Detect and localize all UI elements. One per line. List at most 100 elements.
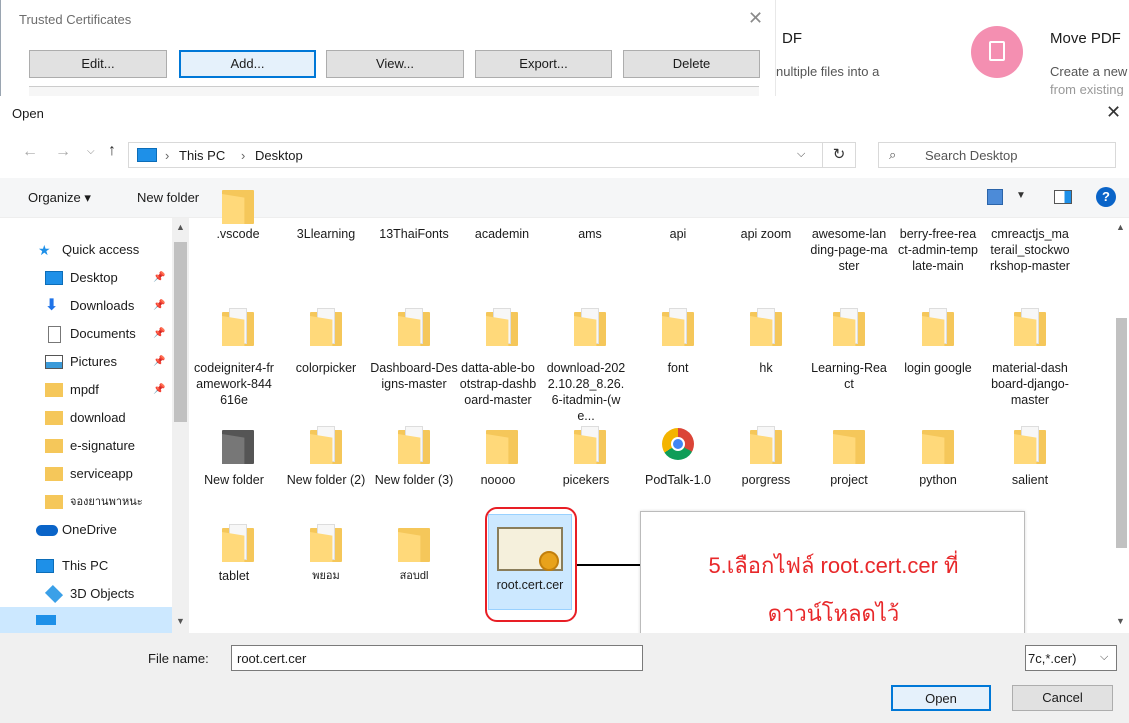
folder-item[interactable]: tablet	[194, 524, 274, 584]
folder-item[interactable]: Dashboard-Designs-master	[370, 308, 458, 392]
folder-item[interactable]: font	[634, 308, 722, 376]
nav-e-signature[interactable]: e-signature	[0, 432, 172, 460]
pdf-card-desc-partial: nultiple files into a	[776, 64, 880, 79]
file-item[interactable]: awesome-landing-page-master	[810, 218, 888, 274]
move-pdf-title: Move PDF	[1050, 30, 1121, 47]
nav-thai-folder[interactable]: จองยานพาหนะ	[0, 488, 172, 516]
nav-quick-access[interactable]: ★ Quick access	[0, 236, 172, 264]
search-box[interactable]: ⌕ Search Desktop	[878, 142, 1116, 168]
chevron-down-icon[interactable]: ▼	[1016, 190, 1026, 201]
folder-item[interactable]: material-dashboard-django-master	[990, 308, 1070, 408]
nav-documents[interactable]: Documents 📌	[0, 320, 172, 348]
folder-item[interactable]: New folder	[194, 426, 274, 488]
file-item[interactable]: 13ThaiFonts	[370, 218, 458, 242]
search-input[interactable]: Search Desktop	[925, 148, 1018, 163]
folder-item[interactable]: Learning-React	[810, 308, 888, 392]
files-scrollbar[interactable]: ▲ ▼	[1114, 218, 1129, 633]
file-item[interactable]: 3Llearning	[282, 218, 370, 242]
nav-downloads[interactable]: ⬇ Downloads 📌	[0, 292, 172, 320]
organize-button[interactable]: Organize ▾	[28, 190, 91, 206]
chevron-down-icon[interactable]: ⌵	[797, 148, 805, 161]
dialog-footer: File name: root.cert.cer 7c,*.cer) ⌵ Ope…	[0, 633, 1129, 723]
file-item[interactable]: .vscode	[194, 190, 282, 242]
forward-arrow-icon[interactable]: →	[55, 143, 71, 161]
file-type-select[interactable]: 7c,*.cer) ⌵	[1025, 645, 1117, 671]
up-arrow-icon[interactable]: ↑	[108, 142, 116, 160]
folder-item[interactable]: codeigniter4-framework-844616e	[194, 308, 274, 408]
file-type-value: 7c,*.cer)	[1028, 651, 1077, 666]
nav-label: Downloads	[70, 298, 135, 313]
folder-item[interactable]: picekers	[546, 426, 626, 488]
delete-button[interactable]: Delete	[623, 50, 760, 78]
trusted-certificates-title: Trusted Certificates	[19, 12, 132, 27]
pdf-tools-panel: DF nultiple files into a Move PDF Create…	[775, 0, 1129, 96]
folder-item[interactable]: datta-able-bootstrap-dashboard-master	[458, 308, 538, 408]
nav-serviceapp[interactable]: serviceapp	[0, 460, 172, 488]
address-bar[interactable]: › This PC › Desktop ⌵	[128, 142, 823, 168]
new-folder-button[interactable]: New folder	[137, 190, 199, 205]
pictures-icon	[45, 355, 63, 369]
folder-icon	[45, 383, 63, 397]
breadcrumb-desktop[interactable]: Desktop	[255, 148, 303, 163]
file-item[interactable]: ams	[546, 218, 634, 242]
add-button[interactable]: Add...	[179, 50, 316, 78]
breadcrumb-this-pc[interactable]: This PC	[179, 148, 225, 163]
file-item[interactable]: api zoom	[722, 218, 810, 242]
nav-label: This PC	[62, 558, 109, 573]
open-dialog: Open ✕ ← → ⌵ ↑ › This PC › Desktop ⌵ ↻ ⌕…	[0, 96, 1129, 723]
nav-3d-objects[interactable]: 3D Objects	[0, 580, 172, 608]
nav-label: mpdf	[70, 382, 99, 397]
app-item[interactable]: PodTalk-1.0	[634, 426, 722, 488]
nav-download[interactable]: download	[0, 404, 172, 432]
breadcrumb-separator: ›	[241, 148, 246, 163]
nav-label: Desktop	[70, 270, 118, 285]
dialog-title: Open	[12, 106, 44, 121]
nav-scrollbar[interactable]: ▲ ▼	[172, 218, 189, 633]
file-item[interactable]: api	[634, 218, 722, 242]
documents-icon	[48, 326, 61, 343]
back-arrow-icon[interactable]: ←	[22, 143, 38, 161]
folder-icon	[45, 411, 63, 425]
edit-button[interactable]: Edit...	[29, 50, 167, 78]
folder-item[interactable]: noooo	[458, 426, 538, 488]
view-options-icon[interactable]	[987, 189, 1003, 205]
nav-desktop[interactable]: Desktop 📌	[0, 264, 172, 292]
folder-item[interactable]: project	[810, 426, 888, 488]
file-item[interactable]: academin	[458, 218, 546, 242]
export-button[interactable]: Export...	[475, 50, 612, 78]
folder-item[interactable]: colorpicker	[282, 308, 370, 376]
nav-label: Documents	[70, 326, 136, 341]
file-item[interactable]: berry-free-react-admin-template-main	[898, 218, 978, 274]
folder-item[interactable]: สอบdl	[370, 524, 458, 584]
nav-selected-item[interactable]	[0, 607, 172, 633]
nav-pictures[interactable]: Pictures 📌	[0, 348, 172, 376]
callout-line-1: 5.เลือกไฟล์ root.cert.cer ที่	[708, 553, 959, 578]
folder-item[interactable]: login google	[898, 308, 978, 376]
toolbar: Organize ▾ New folder ▼ ?	[0, 178, 1129, 218]
open-button[interactable]: Open	[891, 685, 991, 711]
folder-item[interactable]: porgress	[722, 426, 810, 488]
refresh-icon[interactable]: ↻	[823, 142, 856, 168]
folder-item[interactable]: hk	[722, 308, 810, 376]
preview-pane-icon[interactable]	[1054, 190, 1072, 204]
file-item[interactable]: cmreactjs_materail_stockworkshop-master	[990, 218, 1070, 274]
folder-item[interactable]: พยอม	[282, 524, 370, 584]
search-icon: ⌕	[889, 147, 897, 162]
close-icon[interactable]: ✕	[1106, 102, 1121, 123]
folder-item[interactable]: New folder (3)	[370, 426, 458, 488]
help-icon[interactable]: ?	[1096, 187, 1116, 207]
folder-item[interactable]: salient	[990, 426, 1070, 488]
folder-item[interactable]: python	[898, 426, 978, 488]
chevron-down-icon[interactable]: ⌵	[87, 146, 95, 157]
close-icon[interactable]: ✕	[748, 8, 763, 29]
nav-onedrive[interactable]: OneDrive	[0, 516, 172, 544]
move-pdf-icon[interactable]	[971, 26, 1023, 78]
filename-input[interactable]: root.cert.cer	[231, 645, 643, 671]
nav-mpdf[interactable]: mpdf 📌	[0, 376, 172, 404]
callout-connector	[577, 564, 645, 566]
folder-item[interactable]: download-2022.10.28_8.26.6-itadmin-(we..…	[546, 308, 626, 424]
folder-item[interactable]: New folder (2)	[282, 426, 370, 488]
nav-this-pc[interactable]: This PC	[0, 552, 172, 580]
cancel-button[interactable]: Cancel	[1012, 685, 1113, 711]
view-button[interactable]: View...	[326, 50, 464, 78]
